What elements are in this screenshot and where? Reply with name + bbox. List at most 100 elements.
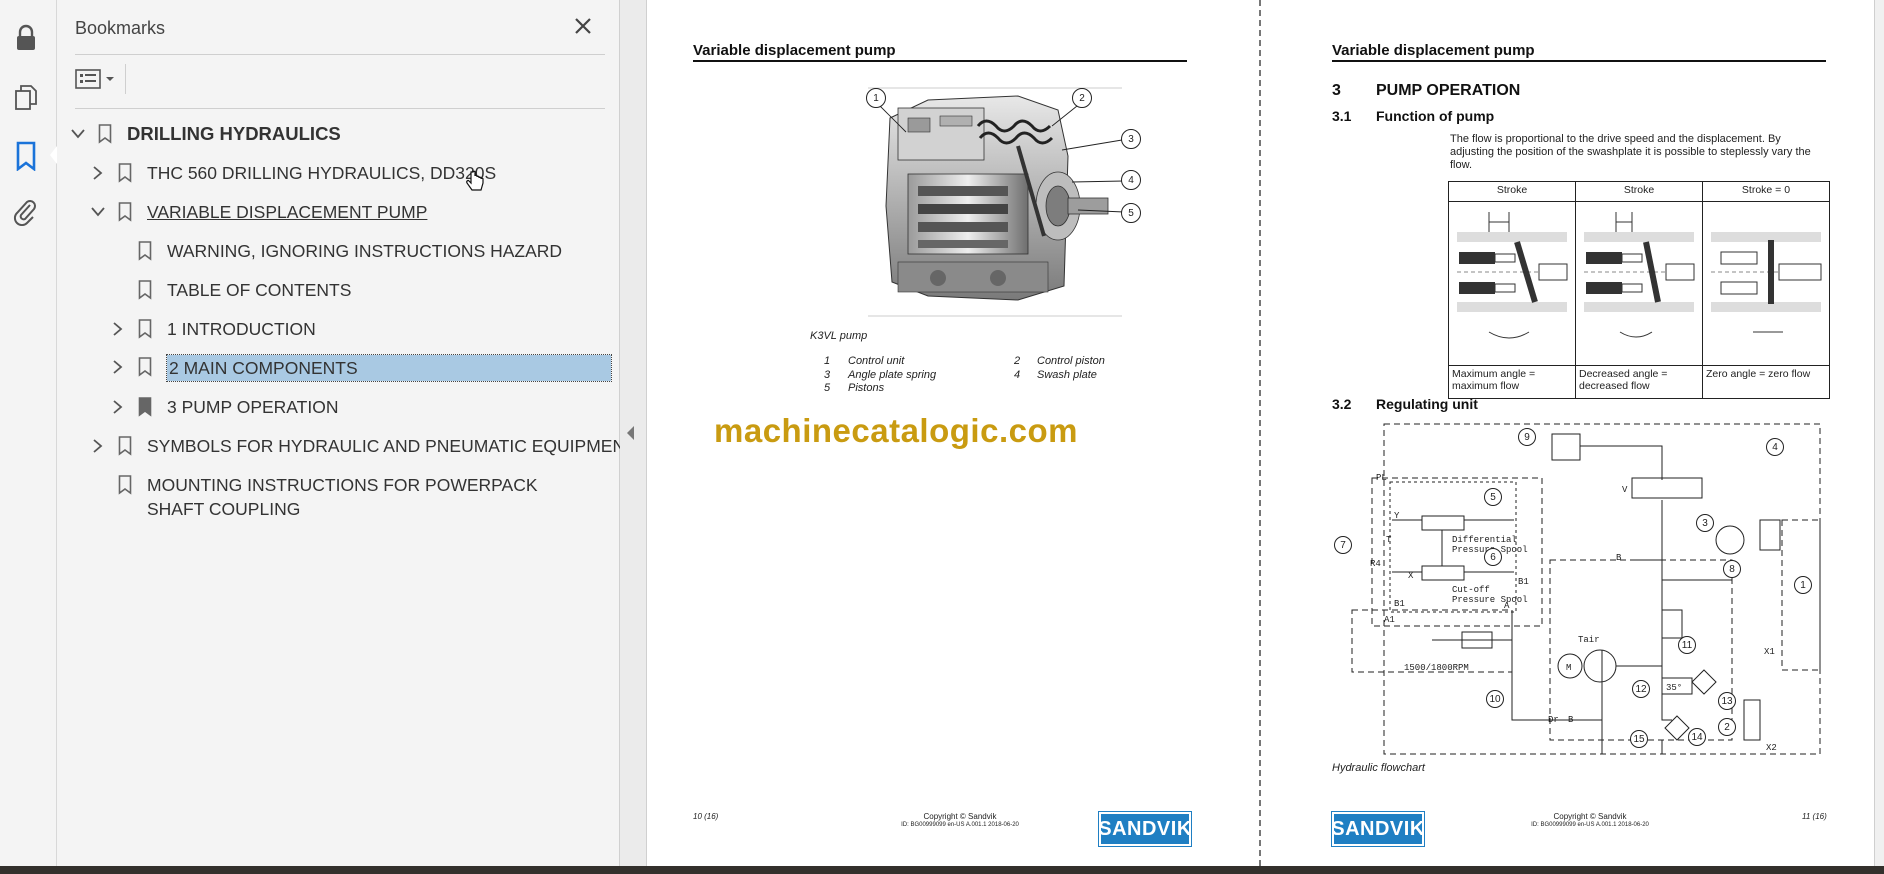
attachment-icon[interactable] — [10, 196, 42, 228]
pages-icon[interactable] — [10, 82, 42, 114]
bookmark-flag-icon — [137, 317, 153, 341]
table-caption: Zero angle = zero flow — [1702, 365, 1830, 399]
legend-num: 3 — [824, 369, 831, 381]
label-r4: R4 — [1370, 559, 1381, 569]
chevron-right-icon[interactable] — [109, 395, 127, 419]
bookmark-icon[interactable] — [10, 140, 42, 172]
panel-divider — [75, 54, 605, 55]
chevron-right-icon[interactable] — [89, 434, 107, 458]
swashplate-zero-diagram — [1702, 201, 1830, 366]
flow-callout-12: 12 — [1632, 680, 1650, 698]
panel-title: Bookmarks — [75, 18, 166, 38]
vertical-scrollbar[interactable] — [1874, 0, 1884, 866]
label-a1: A1 — [1384, 615, 1395, 625]
legend-text: Control piston — [1037, 355, 1105, 367]
bookmarks-panel: Bookmarks DRILLING HYDRAULICS THC 560 DR… — [57, 0, 636, 866]
flow-callout-8: 8 — [1723, 560, 1741, 578]
bookmark-label: MOUNTING INSTRUCTIONS FOR POWERPACK SHAF… — [147, 475, 538, 519]
swashplate-decreased-diagram — [1575, 201, 1703, 366]
flow-callout-2: 2 — [1718, 718, 1736, 736]
lock-icon[interactable] — [10, 22, 42, 54]
legend-text: Angle plate spring — [848, 369, 937, 381]
label-diff: Differential — [1452, 535, 1517, 545]
bookmark-variable-displacement-pump[interactable]: VARIABLE DISPLACEMENT PUMP — [89, 200, 427, 224]
bookmark-flag-icon — [137, 278, 153, 302]
legend-text: Pistons — [848, 382, 885, 394]
label-b1b: B1 — [1518, 577, 1529, 587]
legend-num: 4 — [1014, 369, 1021, 381]
bookmark-pump-operation[interactable]: 3 PUMP OPERATION — [109, 395, 338, 419]
bookmark-symbols[interactable]: SYMBOLS FOR HYDRAULIC AND PNEUMATIC EQUI… — [89, 434, 636, 458]
collapse-arrow-icon[interactable] — [627, 426, 634, 440]
right-page-header: Variable displacement pump — [1332, 42, 1535, 59]
label-v: V — [1622, 485, 1628, 495]
callout-5: 5 — [1121, 203, 1141, 223]
bookmark-label: VARIABLE DISPLACEMENT PUMP — [147, 202, 428, 222]
bookmark-flag-icon — [117, 434, 133, 458]
swashplate-max-diagram — [1448, 201, 1576, 366]
bookmark-label: 2 MAIN COMPONENTS — [166, 354, 612, 382]
left-header-rule — [693, 60, 1187, 62]
chevron-down-icon — [106, 77, 114, 81]
bookmark-label: DRILLING HYDRAULICS — [127, 123, 341, 144]
callout-lines — [875, 101, 1125, 213]
label-cut2: Pressure Spool — [1452, 595, 1528, 605]
flow-callout-9: 9 — [1518, 428, 1536, 446]
sandvik-logo: SANDVIK — [1098, 811, 1192, 847]
chevron-right-icon[interactable] — [89, 161, 107, 185]
bookmark-label: WARNING, IGNORING INSTRUCTIONS HAZARD — [167, 241, 563, 261]
chevron-down-icon[interactable] — [69, 122, 87, 146]
bookmark-mounting-instructions[interactable]: MOUNTING INSTRUCTIONS FOR POWERPACK SHAF… — [117, 473, 567, 521]
left-footer: Copyright © Sandvik ID: BG00999099 en-US… — [860, 812, 1060, 830]
flow-callout-13: 13 — [1718, 692, 1736, 710]
chevron-down-icon[interactable] — [89, 200, 107, 224]
figure-caption: K3VL pump — [810, 330, 868, 342]
bookmark-label: 3 PUMP OPERATION — [167, 397, 339, 417]
legend-text: Control unit — [848, 355, 905, 367]
bookmark-flag-icon — [117, 473, 133, 497]
label-b: B — [1616, 553, 1622, 563]
flow-callout-1: 1 — [1794, 576, 1812, 594]
label-dr: Dr — [1548, 715, 1559, 725]
flow-callout-4: 4 — [1766, 438, 1784, 456]
doc-id: ID: BG00999099 en-US A.001.1 2018-06-20 — [1531, 822, 1649, 828]
label-rpm: 1500/1800RPM — [1404, 663, 1469, 673]
bookmark-main-components[interactable]: 2 MAIN COMPONENTS — [109, 354, 612, 382]
left-page-header: Variable displacement pump — [693, 42, 896, 59]
flow-callout-15: 15 — [1630, 730, 1648, 748]
list-options-icon — [75, 69, 101, 89]
list-options-button[interactable] — [75, 64, 119, 94]
toolbar-separator — [125, 64, 126, 94]
close-icon[interactable] — [571, 14, 595, 38]
flow-callout-14: 14 — [1688, 728, 1706, 746]
flow-callout-5: 5 — [1484, 488, 1502, 506]
bookmark-table-of-contents[interactable]: TABLE OF CONTENTS — [137, 278, 351, 302]
legend-text: Swash plate — [1037, 369, 1097, 381]
chevron-right-icon[interactable] — [109, 355, 127, 379]
callout-4: 4 — [1121, 170, 1141, 190]
sandvik-logo: SANDVIK — [1331, 811, 1425, 847]
right-footer: Copyright © Sandvik ID: BG00999099 en-US… — [1490, 812, 1690, 830]
doc-id: ID: BG00999099 en-US A.001.1 2018-06-20 — [901, 822, 1019, 828]
section-num: 3 — [1332, 82, 1341, 99]
body-text: The flow is proportional to the drive sp… — [1450, 133, 1811, 171]
bookmark-drilling-hydraulics[interactable]: DRILLING HYDRAULICS — [69, 122, 341, 146]
legend-num: 2 — [1014, 355, 1021, 367]
sub2-num: 3.2 — [1332, 396, 1352, 412]
tool-rail — [0, 0, 57, 866]
label-t: T — [1386, 535, 1392, 545]
bookmark-thc560[interactable]: THC 560 DRILLING HYDRAULICS, DD320S — [89, 161, 496, 185]
bookmark-warning[interactable]: WARNING, IGNORING INSTRUCTIONS HAZARD — [137, 239, 562, 263]
copyright: Copyright © Sandvik — [923, 812, 997, 821]
callout-1: 1 — [866, 88, 886, 108]
active-tab-marker — [50, 146, 57, 164]
flow-callout-7: 7 — [1334, 536, 1352, 554]
bookmark-label: SYMBOLS FOR HYDRAULIC AND PNEUMATIC EQUI… — [147, 436, 636, 456]
bookmark-introduction[interactable]: 1 INTRODUCTION — [109, 317, 316, 341]
label-x: X — [1408, 571, 1414, 581]
right-page-number: 11 (16) — [1802, 812, 1827, 821]
bookmark-label: THC 560 DRILLING HYDRAULICS, DD320S — [147, 163, 497, 183]
table-caption: Maximum angle = maximum flow — [1448, 365, 1576, 399]
label-tair: Tair — [1578, 635, 1600, 645]
chevron-right-icon[interactable] — [109, 317, 127, 341]
